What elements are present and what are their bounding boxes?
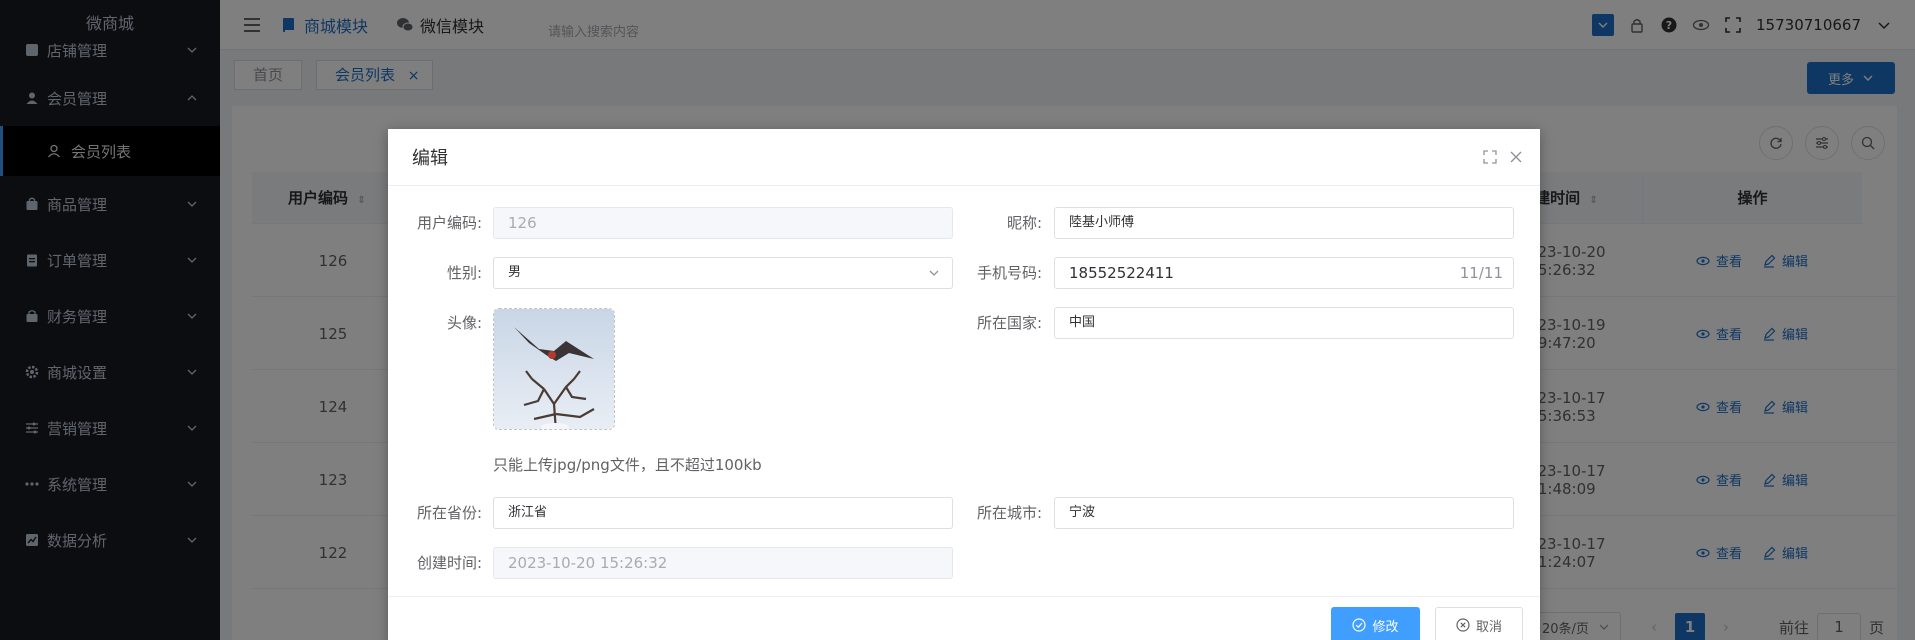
label-city: 所在城市: [976,504,1042,522]
dialog-title: 编辑 [412,148,448,169]
cancel-label: 取消 [1475,619,1502,635]
chevron-down-icon [929,270,939,276]
phone-input[interactable]: 18552522411 11/11 [1054,257,1514,289]
label-country: 所在国家: [976,314,1042,332]
phone-char-counter: 11/11 [1459,264,1503,282]
label-province: 所在省份: [416,504,482,522]
dialog-footer-divider [388,596,1540,597]
close-icon[interactable] [1508,149,1524,165]
label-avatar: 头像: [446,314,482,332]
confirm-label: 修改 [1372,619,1399,635]
dialog-header: 编辑 [388,129,1540,186]
label-nickname: 昵称: [1006,214,1042,232]
label-gender: 性别: [446,264,482,282]
check-circle-icon [1352,618,1367,632]
maximize-icon[interactable] [1482,149,1498,165]
gender-select[interactable]: 男 [493,257,953,289]
upload-hint: 只能上传jpg/png文件，且不超过100kb [493,456,762,474]
label-created: 创建时间: [416,554,482,572]
nickname-input[interactable]: 陸基小师傅 [1054,207,1514,239]
avatar-uploader[interactable] [493,308,615,430]
edit-dialog: 编辑 用户编码: 126 昵称: 陸基小师傅 性别: 男 手机号码: 18552… [388,129,1540,640]
confirm-edit-button[interactable]: 修改 [1331,607,1420,640]
label-user-code: 用户编码: [416,214,482,232]
created-time-input[interactable]: 2023-10-20 15:26:32 [493,547,953,579]
city-input[interactable]: 宁波 [1054,497,1514,529]
phone-value: 18552522411 [1069,264,1174,282]
country-input[interactable]: 中国 [1054,307,1514,339]
label-phone: 手机号码: [976,264,1042,282]
province-input[interactable]: 浙江省 [493,497,953,529]
close-circle-icon [1456,618,1470,632]
user-code-input[interactable]: 126 [493,207,953,239]
avatar-image [494,309,614,429]
cancel-button[interactable]: 取消 [1435,607,1523,640]
gender-value: 男 [508,265,522,280]
